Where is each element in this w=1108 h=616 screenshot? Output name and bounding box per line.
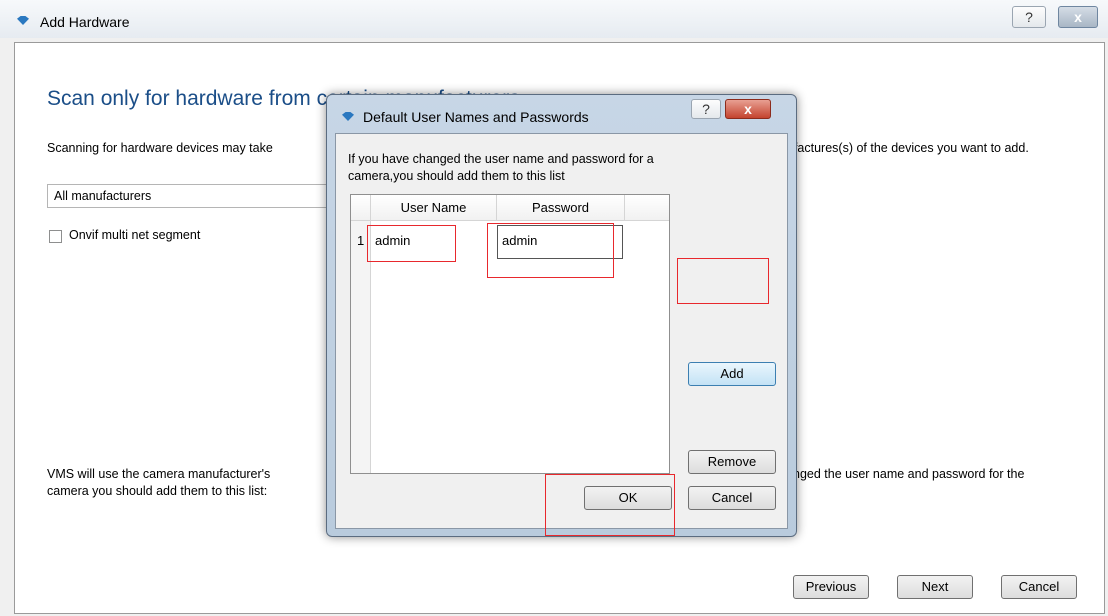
app-diamond-icon [341, 110, 355, 124]
scan-description-tail: ufactures(s) of the devices you want to … [787, 141, 1029, 155]
column-header-password[interactable]: Password [497, 195, 625, 221]
help-button[interactable]: ? [1012, 6, 1046, 28]
cancel-button[interactable]: Cancel [1001, 575, 1077, 599]
onvif-checkbox[interactable] [49, 230, 62, 243]
dialog-help-button[interactable]: ? [691, 99, 721, 119]
credentials-table: User Name Password 1 admin admin [350, 194, 670, 474]
row-index: 1 [357, 233, 365, 248]
username-cell[interactable]: admin [375, 233, 410, 248]
dialog-cancel-button[interactable]: Cancel [688, 486, 776, 510]
dialog-close-button[interactable]: x [725, 99, 771, 119]
password-cell[interactable]: admin [502, 233, 537, 248]
table-header: User Name Password [351, 195, 669, 221]
vms-note-line1: VMS will use the camera manufacturer's [47, 467, 271, 481]
default-credentials-dialog: Default User Names and Passwords ? x If … [326, 94, 797, 537]
vms-note-tail: nged the user name and password for the [793, 467, 1025, 481]
ok-button[interactable]: OK [584, 486, 672, 510]
close-button[interactable]: x [1058, 6, 1098, 28]
row-index-header [351, 195, 371, 221]
window-title: Add Hardware [40, 14, 130, 30]
add-button[interactable]: Add [688, 362, 776, 386]
dialog-instruction-line2: camera,you should add them to this list [348, 169, 565, 183]
dialog-title: Default User Names and Passwords [363, 109, 589, 125]
previous-button[interactable]: Previous [793, 575, 869, 599]
remove-button[interactable]: Remove [688, 450, 776, 474]
row-index-column [351, 221, 371, 473]
onvif-checkbox-label[interactable]: Onvif multi net segment [69, 228, 200, 242]
main-titlebar: Add Hardware ? x [0, 0, 1108, 38]
vms-note-line2: camera you should add them to this list: [47, 484, 268, 498]
dialog-instruction-line1: If you have changed the user name and pa… [348, 152, 654, 166]
manufacturer-select[interactable]: All manufacturers [47, 184, 367, 208]
column-header-username[interactable]: User Name [371, 195, 497, 221]
app-diamond-icon [16, 14, 30, 28]
dialog-body: If you have changed the user name and pa… [335, 133, 788, 529]
scan-description: Scanning for hardware devices may take [47, 141, 273, 155]
next-button[interactable]: Next [897, 575, 973, 599]
